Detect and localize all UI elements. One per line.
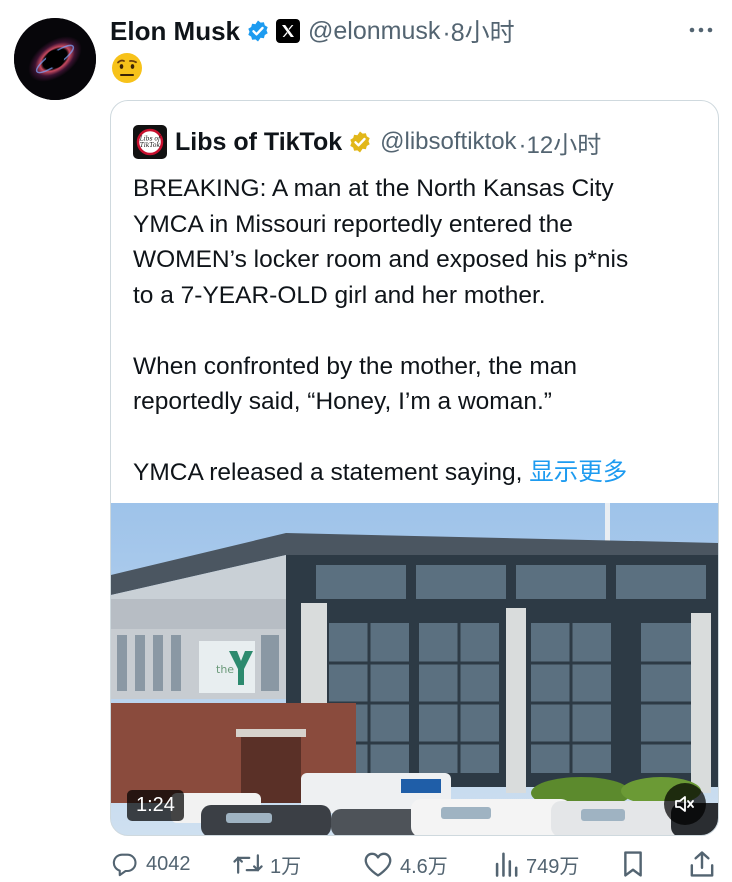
tweet-header: Elon Musk @elonmusk ·8小时 [110, 14, 515, 48]
text-line: to a 7-YEAR-OLD girl and her mother. [133, 281, 546, 309]
quoted-tweet-header: Libs of TikTok Libs of TikTok @libsoftik… [133, 125, 601, 159]
video-duration: 1:24 [127, 790, 184, 821]
quoted-author-handle[interactable]: @libsoftiktok [380, 128, 516, 156]
repost-button[interactable]: 1万 [232, 846, 301, 882]
bookmark-button[interactable] [620, 846, 646, 882]
like-count: 4.6万 [400, 855, 448, 878]
text-line: YMCA in Missouri reportedly entered the [133, 210, 573, 238]
text-line: WOMEN’s locker room and exposed his p*ni… [133, 246, 629, 273]
more-options-icon[interactable] [686, 18, 716, 42]
face-with-raised-eyebrow-emoji [110, 52, 144, 84]
views-count: 749万 [526, 855, 580, 878]
heart-icon [364, 852, 392, 877]
reply-count: 4042 [146, 852, 191, 875]
text-line: BREAKING: A man at the North Kansas City [133, 175, 614, 202]
verified-badge-icon[interactable] [246, 19, 270, 43]
quoted-tweet-text: BREAKING: A man at the North Kansas City… [133, 171, 708, 491]
x-affiliation-icon[interactable] [276, 19, 301, 43]
views-button[interactable]: 749万 [492, 846, 579, 882]
text-line-with-show-more: YMCA released a statement saying, 显示更多 [133, 455, 708, 491]
text-line: reportedly said, “Honey, I’m a woman.” [133, 388, 552, 415]
author-handle[interactable]: @elonmusk [308, 17, 440, 46]
reply-button[interactable]: 4042 [110, 846, 191, 882]
tweet-action-bar: 4042 1万 4.6万 749万 [110, 846, 720, 882]
repost-icon [233, 854, 263, 874]
bar-chart-icon [495, 852, 518, 877]
share-icon [690, 851, 714, 877]
bookmark-icon [624, 851, 642, 877]
text-line: YMCA released a statement saying, [133, 459, 523, 486]
show-more-link[interactable]: 显示更多 [529, 459, 627, 486]
share-button[interactable] [688, 846, 716, 882]
gold-verified-badge-icon[interactable] [348, 130, 372, 154]
svg-text:TikTok: TikTok [140, 142, 161, 149]
mute-toggle-icon[interactable] [664, 783, 706, 825]
video-player[interactable]: the 1:24 [111, 503, 718, 835]
ymca-building-thumbnail: the [111, 503, 718, 835]
text-line: When confronted by the mother, the man [133, 352, 577, 380]
like-button[interactable]: 4.6万 [362, 846, 448, 882]
quoted-tweet-time[interactable]: ·12小时 [519, 125, 602, 160]
author-name[interactable]: Elon Musk [110, 16, 240, 47]
repost-count: 1万 [270, 855, 302, 878]
quoted-tweet-card[interactable]: Libs of TikTok Libs of TikTok @libsoftik… [110, 100, 719, 836]
reply-icon [112, 853, 137, 877]
ymca-sign-text: the [216, 663, 234, 676]
quoted-author-name[interactable]: Libs of TikTok [175, 128, 342, 157]
tweet-time[interactable]: ·8小时 [442, 13, 514, 49]
quoted-author-avatar[interactable]: Libs of TikTok [133, 125, 167, 159]
author-avatar[interactable] [14, 18, 96, 100]
